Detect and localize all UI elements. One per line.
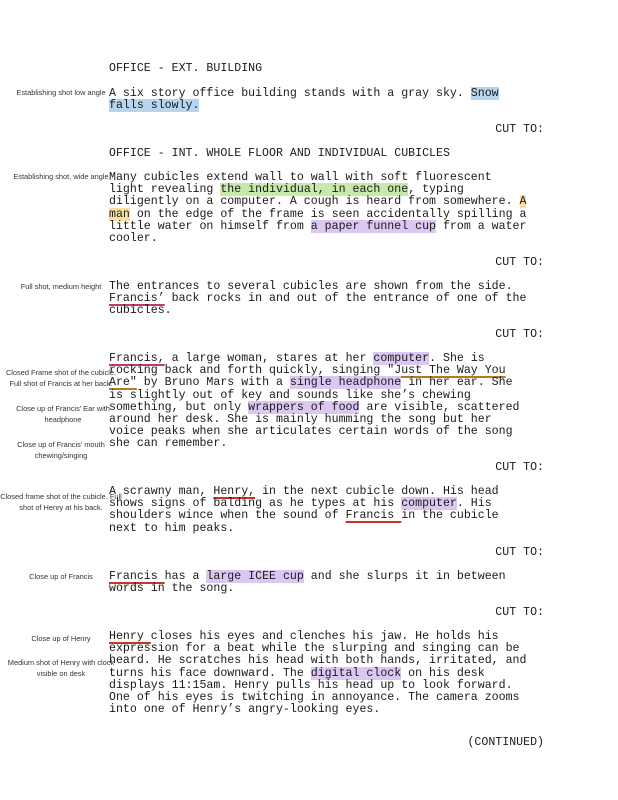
highlight: the individual, in each one (220, 183, 409, 197)
text: in her ear. She (401, 376, 513, 390)
text: back rocks in and out of the entrance of… (164, 292, 527, 306)
song-underline: Are" (109, 376, 137, 390)
highlight: single headphone (289, 376, 402, 390)
action-paragraph: Francis has a large ICEE cup and she slu… (109, 570, 545, 596)
text: has a (164, 570, 207, 583)
action-paragraph: Francis, a large woman, stares at her co… (109, 352, 545, 451)
text: cubicles. (109, 304, 172, 318)
text: expression for a beat while the slurping… (109, 642, 520, 656)
text: in the cubicle (401, 509, 499, 523)
highlight: wrappers of food (248, 400, 360, 414)
action-paragraph: Henry closes his eyes and clenches his j… (109, 630, 545, 717)
screenplay-page: OFFICE - EXT. BUILDING Establishing shot… (0, 0, 618, 800)
transition: CUT TO: (495, 606, 544, 619)
text: shows signs of balding as he types at hi… (109, 497, 402, 511)
character-underline: Francis’ (109, 292, 165, 306)
text: , typing (408, 183, 464, 197)
highlight: large ICEE cup (206, 570, 304, 583)
text: around her desk. She is mainly humming t… (109, 413, 492, 427)
scene-heading: OFFICE - INT. WHOLE FLOOR AND INDIVIDUAL… (109, 147, 450, 160)
character-underline: Francis (345, 509, 402, 523)
highlight: digital clock (310, 666, 402, 680)
text: next to him peaks. (109, 521, 235, 535)
highlight: falls slowly. (109, 99, 200, 113)
text: heard. He scratches his head with both h… (109, 654, 527, 668)
action-paragraph: The entrances to several cubicles are sh… (109, 280, 545, 318)
margin-note: Close up of Henry (31, 634, 91, 643)
scene-heading: OFFICE - EXT. BUILDING (109, 62, 263, 75)
action-paragraph: A six story office building stands with … (109, 87, 545, 113)
margin-note: Medium shot of Henry with clock visible … (7, 658, 115, 678)
text: displays 11:15am. Henry pulls his head u… (109, 678, 513, 692)
margin-note: Establishing shot, wide angle (13, 172, 109, 181)
text: something, but only (109, 400, 249, 414)
transition: CUT TO: (495, 123, 544, 136)
highlight: Snow (470, 87, 499, 100)
highlight: A (519, 195, 527, 209)
text: . His (456, 497, 492, 511)
margin-note: Full shot, medium height (20, 282, 102, 291)
text: A six story office building stands with … (109, 87, 471, 100)
transition: CUT TO: (495, 256, 544, 269)
text: and she slurps it in between (303, 570, 506, 583)
text: The entrances to several cubicles are sh… (109, 280, 513, 293)
margin-note: Establishing shot low angle (16, 88, 106, 97)
text: little water on himself from (109, 219, 311, 233)
text: she can remember. (109, 437, 228, 451)
margin-note: Close up of Francis’ Ear with headphone (16, 404, 110, 424)
margin-note: Close up of Francis’ mouth chewing/singi… (17, 440, 105, 460)
text: is slightly out of key and sounds like s… (109, 388, 471, 402)
character-underline: Henry (109, 630, 151, 643)
text: in the next cubicle down. His head (255, 485, 499, 498)
transition: CUT TO: (495, 461, 544, 474)
text: a large woman, stares at her (164, 352, 374, 365)
text: Many cubicles extend wall to wall with s… (109, 171, 492, 184)
margin-note: Closed Frame shot of the cubicle. Full s… (5, 368, 117, 388)
highlight: a paper funnel cup (310, 219, 436, 233)
text: shoulders wince when the sound of (109, 509, 346, 523)
text: closes his eyes and clenches his jaw. He… (150, 630, 499, 643)
text: One of his eyes is twitching in annoyanc… (109, 691, 520, 705)
text: on his desk (401, 666, 485, 680)
text: A scrawny man, (109, 485, 214, 498)
text: words in the song. (109, 582, 235, 596)
text: on the edge of the frame is seen acciden… (129, 207, 527, 221)
text: are visible, scattered (359, 400, 520, 414)
character-underline: Francis (109, 570, 165, 583)
text: rocking back and forth quickly, singing (109, 364, 388, 378)
transition: CUT TO: (495, 328, 544, 341)
margin-note: Closed frame shot of the cubicle. Full s… (0, 492, 122, 512)
text: diligently on a computer. A cough is hea… (109, 195, 520, 209)
character-underline: Francis, (109, 352, 165, 365)
text: cooler. (109, 232, 158, 246)
text: from a water (436, 219, 527, 233)
text: into one of Henry’s angry-looking eyes. (109, 703, 381, 717)
text: light revealing (109, 183, 221, 197)
text: voice peaks when she articulates certain… (109, 425, 513, 439)
highlight: man (109, 207, 130, 221)
highlight: computer (373, 352, 430, 365)
continued-marker: (CONTINUED) (467, 736, 544, 749)
margin-note: Close up of Francis (29, 572, 93, 581)
text: turns his face downward. The (109, 666, 311, 680)
text: . She is (429, 352, 485, 365)
action-paragraph: A scrawny man, Henry, in the next cubicl… (109, 485, 545, 535)
text: by Bruno Mars with a (136, 376, 290, 390)
highlight: computer (401, 497, 457, 511)
transition: CUT TO: (495, 546, 544, 559)
song-underline: "Just The Way You (387, 364, 506, 378)
action-paragraph: Many cubicles extend wall to wall with s… (109, 171, 545, 246)
character-underline: Henry, (213, 485, 256, 498)
